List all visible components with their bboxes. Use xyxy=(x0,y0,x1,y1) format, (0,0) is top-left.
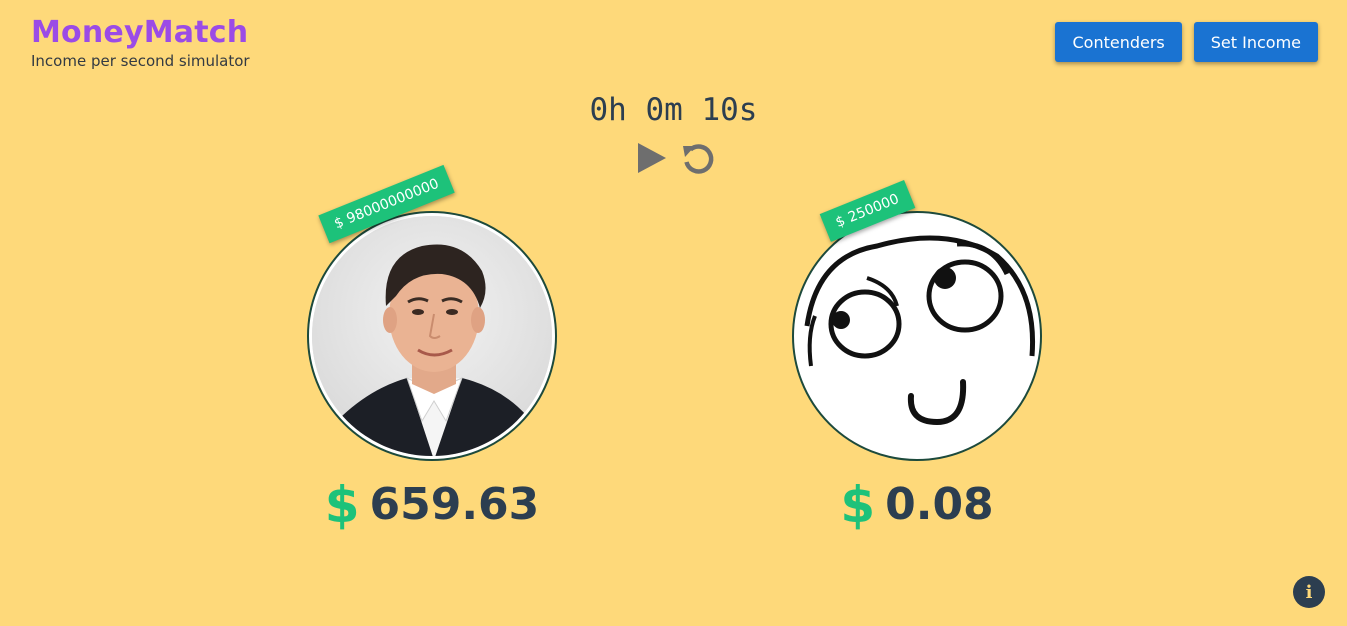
reset-icon[interactable] xyxy=(680,140,716,176)
contenders-button[interactable]: Contenders xyxy=(1055,22,1182,62)
brand-title: MoneyMatch xyxy=(31,15,249,50)
dollar-sign: $ xyxy=(324,476,360,534)
earned-value: 0.08 xyxy=(885,479,994,530)
set-income-button[interactable]: Set Income xyxy=(1193,22,1318,62)
contender-card: $ 250000 $ 0.08 xyxy=(792,180,1042,531)
earned-amount: $ 659.63 xyxy=(307,479,557,531)
page: MoneyMatch Income per second simulator C… xyxy=(0,0,1347,626)
brand-subtitle: Income per second simulator xyxy=(31,52,250,70)
contender-card: $ 98000000000 $ 659.63 xyxy=(307,164,557,531)
brand: MoneyMatch Income per second simulator xyxy=(31,15,250,70)
info-glyph: i xyxy=(1305,581,1313,603)
contender-photo xyxy=(312,216,552,456)
play-icon[interactable] xyxy=(634,140,670,176)
dollar-sign: $ xyxy=(840,476,876,534)
contender-cartoon xyxy=(797,216,1037,456)
timer-controls xyxy=(634,140,716,176)
avatar xyxy=(792,211,1042,461)
avatar xyxy=(307,211,557,461)
earned-value: 659.63 xyxy=(369,479,540,530)
info-icon[interactable]: i xyxy=(1293,576,1325,608)
top-buttons: Contenders Set Income xyxy=(1055,22,1318,62)
timer-display: 0h 0m 10s xyxy=(589,92,758,128)
earned-amount: $ 0.08 xyxy=(792,479,1042,531)
